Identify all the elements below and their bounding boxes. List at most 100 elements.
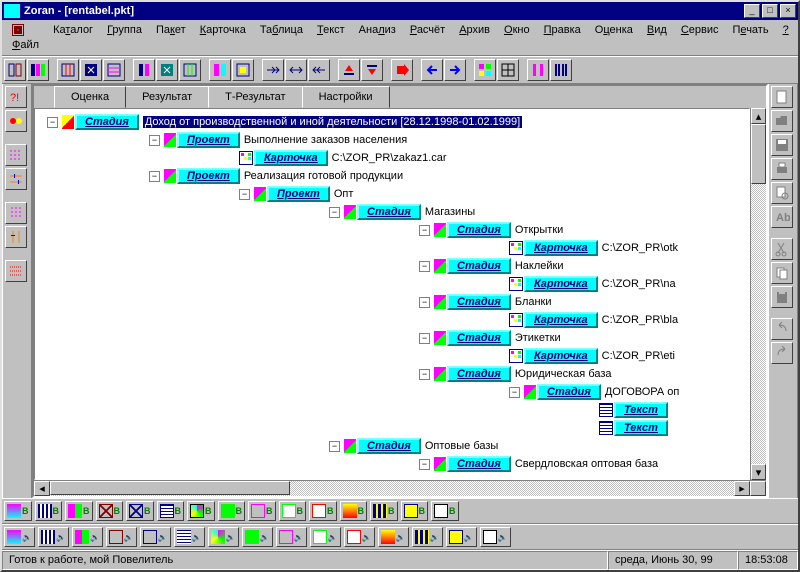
btool-4[interactable]: B [96,501,124,521]
scroll-left-icon[interactable]: ◂ [34,481,50,496]
rtool-copy[interactable] [771,262,793,284]
menu-calc[interactable]: Расчёт [404,22,451,53]
ctool-13[interactable]: 🔊 [412,527,443,547]
tool-bars2[interactable] [550,59,572,81]
node-card[interactable]: Карточка [524,240,598,256]
btool-9[interactable]: B [248,501,276,521]
scroll-up-icon[interactable]: ▴ [751,108,766,124]
rtool-save[interactable] [771,134,793,156]
btool-13[interactable]: B [370,501,398,521]
scroll-track[interactable] [751,124,766,464]
btool-5[interactable]: B [126,501,154,521]
tab-result[interactable]: Результат [125,86,209,108]
btool-8[interactable]: B [218,501,246,521]
menu-catalog[interactable]: Каталог [47,22,99,53]
node-text-selected[interactable]: Доход от производственной и иной деятель… [143,116,522,128]
ltool-2[interactable] [5,110,27,132]
node-text[interactable]: Магазины [425,206,475,218]
btool-6[interactable]: B [157,501,185,521]
tool-4[interactable] [80,59,102,81]
ctool-12[interactable]: 🔊 [378,527,409,547]
toggle-2a1c[interactable]: − [419,297,430,308]
menu-file[interactable]: Файл [6,22,45,53]
menu-rating[interactable]: Оценка [589,22,639,53]
toggle-1[interactable]: − [149,135,160,146]
node-project[interactable]: Проект [267,186,330,202]
node-stage[interactable]: Стадия [447,294,511,310]
ctool-8[interactable]: 🔊 [242,527,273,547]
ltool-6[interactable] [5,226,27,248]
ltool-7[interactable] [5,260,27,282]
tree-view[interactable]: −СтадияДоход от производственной и иной … [34,108,750,480]
ctool-5[interactable]: 🔊 [140,527,171,547]
node-project[interactable]: Проект [177,132,240,148]
rtool-preview[interactable] [771,182,793,204]
tool-arrow-3[interactable] [308,59,330,81]
ctool-9[interactable]: 🔊 [276,527,307,547]
rtool-cut[interactable] [771,238,793,260]
tool-up[interactable] [338,59,360,81]
rtool-paste[interactable] [771,286,793,308]
maximize-button[interactable]: □ [762,4,778,18]
rtool-find[interactable]: Ab [771,206,793,228]
tool-bars1[interactable] [527,59,549,81]
node-stage[interactable]: Стадия [75,114,139,130]
ctool-2[interactable]: 🔊 [38,527,69,547]
node-text-type[interactable]: Текст [614,420,668,436]
menu-packet[interactable]: Пакет [150,22,192,53]
horizontal-scrollbar[interactable]: ◂ ▸ [34,480,766,496]
node-stage[interactable]: Стадия [447,222,511,238]
ctool-1[interactable]: 🔊 [4,527,35,547]
ltool-5[interactable] [5,202,27,224]
btool-10[interactable]: B [279,501,307,521]
node-text[interactable]: C:\ZOR_PR\otk [602,242,678,254]
tool-10[interactable] [232,59,254,81]
ctool-7[interactable]: 🔊 [208,527,239,547]
node-text[interactable]: Открытки [515,224,563,236]
tool-arrow-1[interactable] [262,59,284,81]
close-button[interactable]: × [780,4,796,18]
scroll-right-icon[interactable]: ▸ [734,481,750,496]
tool-red-arrow[interactable] [391,59,413,81]
toggle-2a1e[interactable]: − [419,369,430,380]
tool-6[interactable] [133,59,155,81]
menu-view[interactable]: Вид [641,22,673,53]
scroll-track-h[interactable] [50,481,734,496]
btool-11[interactable]: B [309,501,337,521]
ctool-15[interactable]: 🔊 [480,527,511,547]
node-text[interactable]: Юридическая база [515,368,612,380]
node-text[interactable]: ДОГОВОРА оп [605,386,680,398]
scroll-down-icon[interactable]: ▾ [751,464,766,480]
ctool-3[interactable]: 🔊 [72,527,103,547]
btool-2[interactable]: B [35,501,63,521]
node-stage[interactable]: Стадия [357,204,421,220]
tab-rating[interactable]: Оценка [54,86,126,108]
menu-group[interactable]: Группа [101,22,148,53]
node-project[interactable]: Проект [177,168,240,184]
tab-settings[interactable]: Настройки [302,86,390,108]
toggle-2a1d[interactable]: − [419,333,430,344]
node-text[interactable]: Наклейки [515,260,564,272]
tool-9[interactable] [209,59,231,81]
menu-edit[interactable]: Правка [538,22,587,53]
toggle-root[interactable]: − [47,117,58,128]
node-text-type[interactable]: Текст [614,402,668,418]
ltool-4[interactable] [5,168,27,190]
node-text[interactable]: C:\ZOR_PR\eti [602,350,675,362]
btool-3[interactable]: B [65,501,93,521]
node-text[interactable]: C:\ZOR_PR\zakaz1.car [332,152,447,164]
node-text[interactable]: Свердловская оптовая база [515,458,658,470]
toggle-2[interactable]: − [149,171,160,182]
ctool-11[interactable]: 🔊 [344,527,375,547]
tool-5[interactable] [103,59,125,81]
node-stage[interactable]: Стадия [447,366,511,382]
node-stage[interactable]: Стадия [357,438,421,454]
menu-card[interactable]: Карточка [194,22,252,53]
node-stage[interactable]: Стадия [447,258,511,274]
tool-blue-right[interactable] [444,59,466,81]
toggle-2a1e1[interactable]: − [509,387,520,398]
toggle-2a1[interactable]: − [329,207,340,218]
rtool-new[interactable] [771,86,793,108]
vertical-scrollbar[interactable]: ▴ ▾ [750,108,766,480]
scroll-thumb[interactable] [50,481,290,495]
